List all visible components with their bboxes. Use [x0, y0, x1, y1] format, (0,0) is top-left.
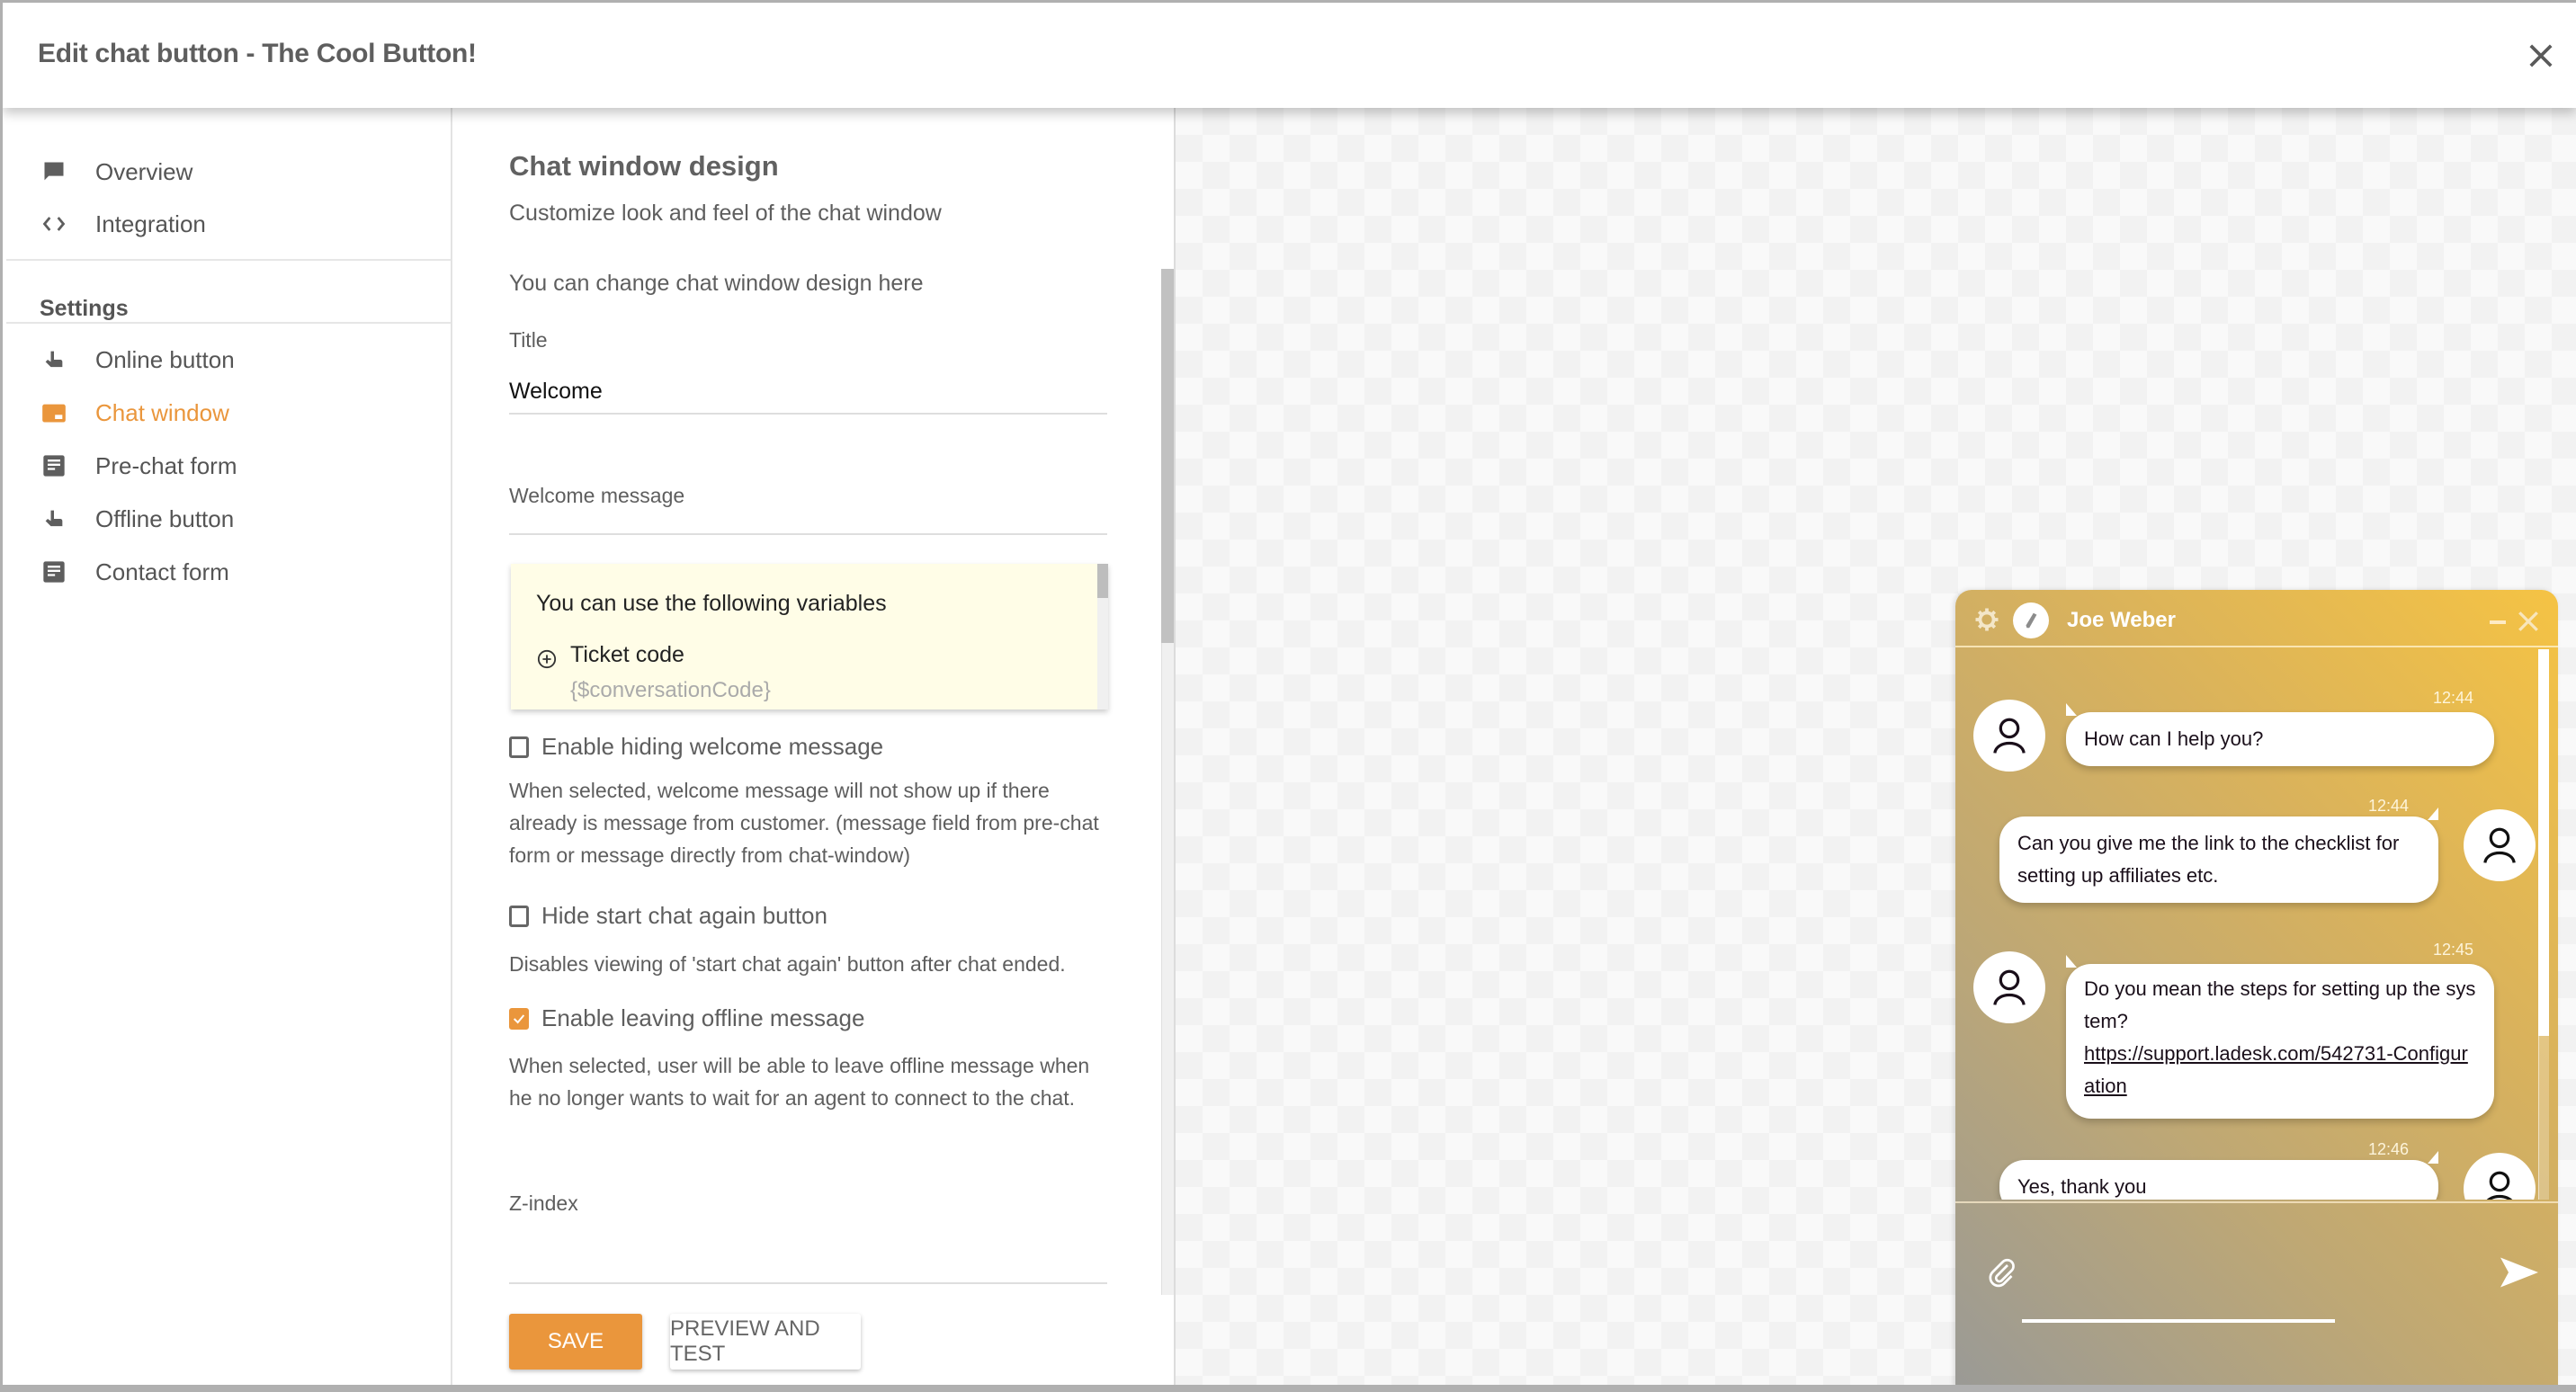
zindex-label: Z-index: [509, 1191, 578, 1215]
checkbox[interactable]: [509, 905, 529, 927]
bubble-tail: [2066, 955, 2077, 968]
chat-messages: 12:44 How can I help you? 12:44 Can you …: [1955, 649, 2558, 1200]
sidebar-item-label: Chat window: [95, 398, 229, 426]
message-time: 12:45: [2433, 941, 2474, 959]
gear-icon[interactable]: [1973, 606, 2000, 633]
bubble-tail: [2428, 808, 2438, 820]
sidebar-item-overview[interactable]: Overview: [3, 146, 451, 198]
minimize-icon[interactable]: [2490, 620, 2506, 624]
option-description: Disables viewing of 'start chat again' b…: [509, 952, 1066, 976]
message-text: Do you mean the steps for setting up the…: [2084, 977, 2476, 1032]
chat-window-icon: [40, 399, 67, 426]
agent-name: Joe Weber: [2067, 608, 2176, 632]
sidebar-item-integration[interactable]: Integration: [3, 198, 451, 250]
option-description: When selected, user will be able to leav…: [509, 1054, 1090, 1110]
option-hide-start-chat-again[interactable]: Hide start chat again button: [509, 902, 827, 930]
section-title: Chat window design: [509, 150, 779, 182]
pointer-hand-icon: [40, 505, 67, 532]
sidebar-item-label: Integration: [95, 210, 206, 237]
modal-header: Edit chat button - The Cool Button!: [3, 3, 2576, 108]
message-time: 12:44: [2433, 689, 2474, 707]
checkbox[interactable]: [509, 736, 529, 758]
zindex-input[interactable]: [509, 1223, 1107, 1284]
form-icon: [40, 558, 67, 585]
visitor-avatar: [2464, 1153, 2536, 1200]
message-bubble: Do you mean the steps for setting up the…: [2066, 964, 2494, 1119]
pencil-icon: [2026, 612, 2037, 629]
welcome-message-input[interactable]: [509, 504, 1107, 535]
sidebar-item-label: Offline button: [95, 504, 235, 532]
support-link[interactable]: https://support.ladesk.com/542731-Config…: [2084, 1042, 2468, 1097]
check-icon: [513, 1013, 525, 1023]
sidebar-item-label: Overview: [95, 157, 193, 185]
sidebar-item-chat-window[interactable]: Chat window: [3, 387, 451, 439]
variable-label[interactable]: Ticket code: [570, 642, 684, 668]
edit-chat-button-modal: Edit chat button - The Cool Button! Over…: [3, 3, 2576, 1385]
variables-panel: You can use the following variables Tick…: [511, 564, 1108, 709]
variable-code: {$conversationCode}: [570, 678, 771, 702]
option-enable-offline-message[interactable]: Enable leaving offline message: [509, 1004, 864, 1032]
chat-header: Joe Weber: [1955, 590, 2558, 647]
user-icon: [2483, 827, 2516, 863]
close-icon: [2529, 44, 2553, 67]
message-bubble: How can I help you?: [2066, 712, 2494, 766]
chat-scrollbar[interactable]: [2538, 649, 2549, 1036]
user-icon: [2487, 1171, 2512, 1200]
visitor-avatar: [2464, 809, 2536, 881]
checkbox-label: Hide start chat again button: [541, 902, 827, 929]
message-input[interactable]: [2022, 1221, 2396, 1320]
title-input[interactable]: Welcome: [509, 373, 1107, 415]
settings-content: Chat window design Customize look and fe…: [454, 108, 1174, 1385]
bubble-tail: [2066, 703, 2077, 716]
preview-and-test-button[interactable]: PREVIEW AND TEST: [670, 1314, 861, 1370]
sidebar-item-online-button[interactable]: Online button: [3, 334, 451, 386]
section-subtitle: Customize look and feel of the chat wind…: [509, 201, 942, 226]
content-scrollbar-thumb[interactable]: [1161, 269, 1174, 643]
sidebar: Overview Integration Settings Online but…: [3, 108, 452, 1385]
chat-bubble-icon: [40, 158, 67, 185]
message-bubble: Can you give me the link to the checklis…: [1999, 816, 2438, 903]
input-underline: [2022, 1319, 2335, 1323]
option-description: When selected, welcome message will not …: [509, 779, 1099, 867]
agent-avatar: [1973, 951, 2045, 1023]
close-icon[interactable]: [2517, 610, 2540, 633]
checkbox-checked[interactable]: [509, 1007, 529, 1030]
chat-window-preview: Joe Weber 12:44 How can I help you? 12:4…: [1955, 590, 2558, 1385]
divider: [6, 259, 451, 261]
save-button[interactable]: SAVE: [509, 1314, 642, 1370]
sidebar-item-contact-form[interactable]: Contact form: [3, 546, 451, 598]
message-time: 12:44: [2368, 797, 2410, 815]
modal-title: Edit chat button - The Cool Button!: [38, 39, 477, 68]
sidebar-item-label: Contact form: [95, 558, 229, 585]
close-button[interactable]: [2526, 40, 2556, 71]
chat-input-area: [1955, 1201, 2558, 1385]
chat-scrollbar-thumb[interactable]: [2538, 1036, 2549, 1200]
variables-heading: You can use the following variables: [536, 591, 887, 616]
message-bubble: Yes, thank you: [1999, 1160, 2438, 1200]
paperclip-icon[interactable]: [1986, 1257, 2018, 1289]
sidebar-item-label: Online button: [95, 345, 235, 373]
edit-button[interactable]: [2013, 602, 2049, 638]
intro-text: You can change chat window design here: [509, 271, 924, 296]
user-icon: [1993, 718, 2026, 754]
message-time: 12:46: [2368, 1140, 2410, 1158]
option-hide-welcome[interactable]: Enable hiding welcome message: [509, 733, 883, 761]
bubble-tail: [2428, 1151, 2438, 1164]
variables-scrollbar-thumb[interactable]: [1097, 564, 1108, 598]
settings-heading: Settings: [40, 296, 129, 321]
form-icon: [40, 452, 67, 479]
sidebar-item-pre-chat-form[interactable]: Pre-chat form: [3, 440, 451, 492]
checkbox-label: Enable leaving offline message: [541, 1004, 865, 1031]
send-icon[interactable]: [2500, 1257, 2538, 1288]
user-icon: [1993, 969, 2026, 1005]
add-circle-icon[interactable]: [537, 649, 557, 669]
code-icon: [40, 210, 67, 237]
pointer-hand-icon: [40, 346, 67, 373]
sidebar-item-label: Pre-chat form: [95, 451, 237, 479]
divider: [6, 322, 451, 324]
title-field-label: Title: [509, 328, 548, 352]
checkbox-label: Enable hiding welcome message: [541, 733, 884, 760]
sidebar-item-offline-button[interactable]: Offline button: [3, 493, 451, 545]
agent-avatar: [1973, 700, 2045, 772]
